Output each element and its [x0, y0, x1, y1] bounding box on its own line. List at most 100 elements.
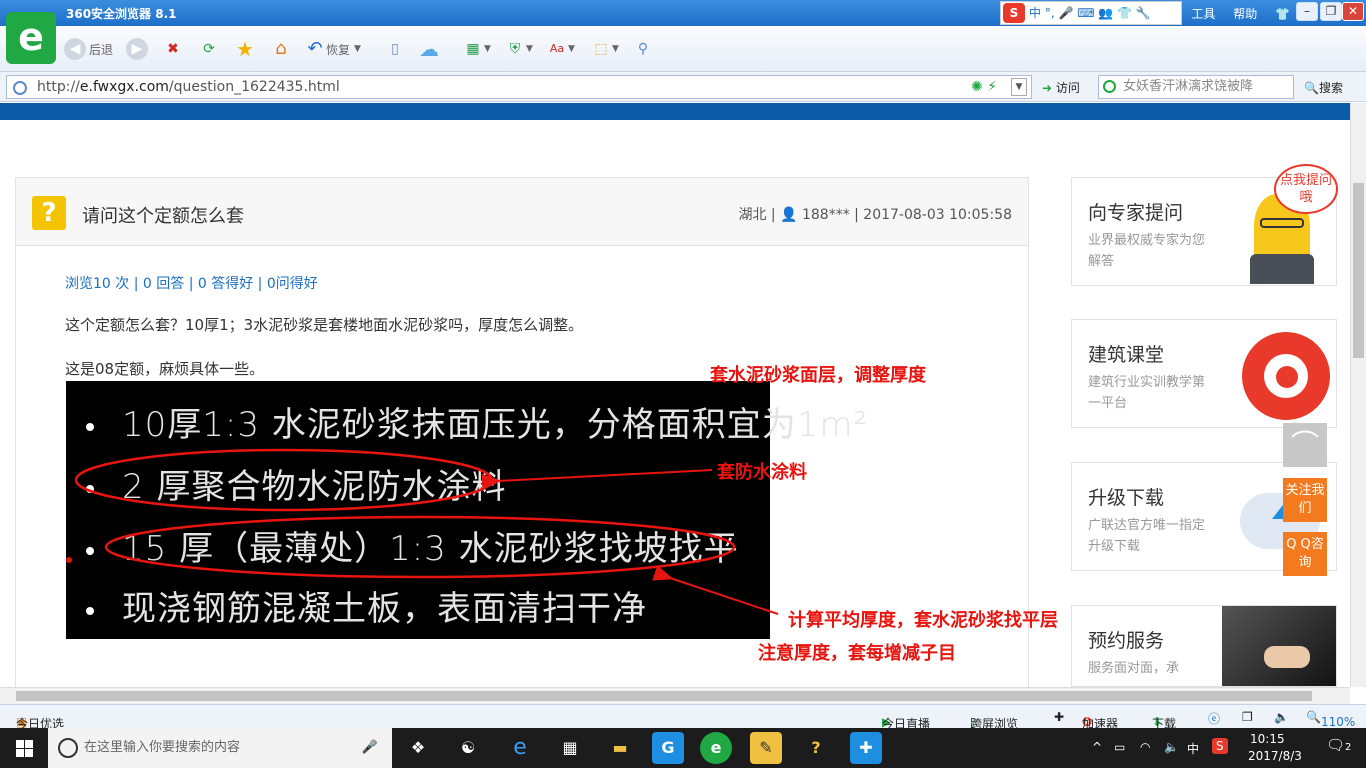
- wifi-icon[interactable]: ◠: [1140, 740, 1150, 754]
- home-icon: ⌂: [275, 38, 287, 59]
- sidebar-desc: 服务面对面，承: [1088, 661, 1180, 676]
- back-arrow-icon: ◀: [64, 38, 86, 60]
- notes-icon[interactable]: ✎: [750, 732, 782, 764]
- sidebar-card-appointment[interactable]: 预约服务 服务面对面，承: [1071, 605, 1337, 687]
- classroom-logo-icon: [1242, 332, 1330, 420]
- bullet-icon: [86, 484, 94, 493]
- page-globe-icon: [13, 81, 27, 95]
- url-field[interactable]: http://e.fwxgx.com/question_1622435.html…: [6, 75, 1032, 99]
- sidebar-title: 向专家提问: [1088, 202, 1184, 224]
- sidebar-desc: 建筑行业实训教学第一平台: [1088, 375, 1206, 411]
- plus-app-icon[interactable]: ✚: [850, 732, 882, 764]
- vertical-scrollbar[interactable]: [1350, 103, 1366, 687]
- mobile-button[interactable]: ▯: [384, 36, 406, 62]
- vertical-scroll-thumb[interactable]: [1353, 183, 1364, 358]
- back-button[interactable]: ◀ 后退: [64, 36, 113, 62]
- forward-button[interactable]: ▶: [126, 36, 148, 62]
- apps-button[interactable]: ▦ ▼: [462, 36, 491, 62]
- speed-icon[interactable]: ✺ ⚡: [971, 76, 997, 98]
- microphone-icon[interactable]: 🎤: [362, 728, 378, 768]
- screenshot-icon: ⬚: [594, 41, 608, 57]
- cad-line-1: 10厚1:3 水泥砂浆抹面压光，分格面积宜为1m²: [86, 397, 868, 446]
- restore-button[interactable]: ↶ 恢复 ▼: [304, 36, 360, 62]
- clock-time[interactable]: 10:15: [1250, 732, 1285, 746]
- annotation-4: 注意厚度，套每增减子目: [758, 643, 956, 664]
- security-button[interactable]: ⛨ ▼: [504, 36, 533, 62]
- favorite-button[interactable]: ★: [234, 36, 256, 62]
- sidebar-desc: 业界最权威专家为您解答: [1088, 233, 1206, 269]
- start-button[interactable]: [0, 728, 48, 768]
- clock-date[interactable]: 2017/8/3: [1248, 749, 1302, 763]
- url-host: e.fwxgx.com: [79, 79, 169, 95]
- zoom-level[interactable]: 🔍 110%: [1306, 710, 1355, 729]
- ie-icon[interactable]: ⓔ: [1208, 710, 1220, 727]
- input-lang[interactable]: 中: [1187, 740, 1199, 757]
- edge-icon[interactable]: e: [504, 732, 536, 764]
- speaker-icon[interactable]: 🔈: [1164, 740, 1179, 754]
- translate-button[interactable]: Aa ▼: [546, 36, 575, 62]
- url-path: /question_1622435.html: [168, 79, 340, 95]
- window-icon[interactable]: ❐: [1242, 710, 1253, 724]
- maximize-button[interactable]: ❐: [1320, 2, 1342, 21]
- store-icon[interactable]: ▦: [554, 732, 586, 764]
- ime-toolbar[interactable]: S 中 °, 🎤 ⌨ 👥 👕 🔧: [1000, 1, 1182, 25]
- cad-image: 10厚1:3 水泥砂浆抹面压光，分格面积宜为1m² 2 厚聚合物水泥防水涂料 1…: [66, 381, 867, 639]
- back-to-top-button[interactable]: ⌒: [1283, 423, 1327, 467]
- help-app-icon[interactable]: ?: [800, 732, 832, 764]
- app-swirl-icon[interactable]: ☯: [452, 732, 484, 764]
- windows-taskbar: 在这里输入你要搜索的内容 🎤 ❖ ☯ e ▦ ▬ G e ✎ ? ✚ ^ ▭ ◠…: [0, 728, 1366, 768]
- search-icon: 🔍: [1304, 81, 1319, 95]
- close-button[interactable]: ✕: [1342, 2, 1364, 21]
- title-bar: 360安全浏览器 8.1 S 中 °, 🎤 ⌨ 👥 👕 🔧 工具 帮助 👕 – ❐…: [0, 0, 1366, 26]
- visit-button[interactable]: ➜ 访问: [1042, 79, 1080, 96]
- question-body-1: 这个定额怎么套？10厚1；3水泥砂浆是套楼地面水泥砂浆吗，厚度怎么调整。: [65, 316, 584, 334]
- qq-consult-button[interactable]: Q Q咨询: [1283, 532, 1327, 576]
- cloud-button[interactable]: ☁: [418, 36, 440, 62]
- cad-line-2: 2 厚聚合物水泥防水涂料: [86, 459, 506, 508]
- follow-us-button[interactable]: 关注我们: [1283, 478, 1327, 522]
- url-dropdown-icon[interactable]: ▼: [1011, 78, 1027, 96]
- horizontal-scrollbar[interactable]: [0, 687, 1350, 704]
- find-button[interactable]: ⚲: [632, 36, 654, 62]
- menu-help[interactable]: 帮助: [1233, 7, 1257, 21]
- task-view-icon[interactable]: ❖: [402, 732, 434, 764]
- restore-label: 恢复: [326, 42, 351, 57]
- question-stats[interactable]: 浏览10 次 | 0 回答 | 0 答得好 | 0问得好: [65, 273, 318, 293]
- annotation-1: 套水泥砂浆面层，调整厚度: [710, 365, 926, 386]
- menu-tools[interactable]: 工具: [1191, 7, 1215, 21]
- horizontal-scroll-thumb[interactable]: [16, 691, 1312, 701]
- home-button[interactable]: ⌂: [270, 36, 292, 62]
- doctor-icon[interactable]: ✚: [1054, 710, 1064, 724]
- question-title: 请问这个定额怎么套: [82, 206, 244, 227]
- file-explorer-icon[interactable]: ▬: [604, 732, 636, 764]
- ask-badge[interactable]: 点我提问哦: [1274, 164, 1338, 214]
- stop-icon: ✖: [167, 41, 179, 57]
- sidebar-title: 预约服务: [1088, 630, 1165, 652]
- search-button-label: 搜索: [1318, 81, 1343, 95]
- url-scheme: http://: [37, 79, 80, 95]
- browser-360-icon[interactable]: e: [700, 732, 732, 764]
- skin-icon[interactable]: 👕: [1275, 7, 1290, 21]
- ime-status: 中 °, 🎤 ⌨ 👥 👕 🔧: [1029, 6, 1151, 20]
- screenshot-button[interactable]: ⬚ ▼: [590, 36, 619, 62]
- volume-icon[interactable]: 🔈: [1274, 710, 1289, 724]
- stop-button[interactable]: ✖: [162, 36, 184, 62]
- sogou-tray-icon[interactable]: S: [1212, 738, 1228, 754]
- minimize-button[interactable]: –: [1296, 2, 1318, 21]
- notification-icon[interactable]: 🗨2: [1326, 736, 1351, 754]
- back-label: 后退: [89, 42, 114, 57]
- glodon-icon[interactable]: G: [652, 732, 684, 764]
- site-header-strip: [0, 103, 1350, 120]
- sidebar-card-expert[interactable]: 向专家提问 业界最权威专家为您解答 点我提问哦: [1071, 164, 1338, 286]
- question-mark-icon: ?: [32, 196, 66, 230]
- refresh-button[interactable]: ⟳: [198, 36, 220, 62]
- tray-up-icon[interactable]: ^: [1092, 740, 1102, 754]
- phone-icon: ▯: [391, 41, 399, 57]
- sidebar-card-classroom[interactable]: 建筑课堂 建筑行业实训教学第一平台: [1071, 319, 1337, 428]
- battery-icon[interactable]: ▭: [1114, 740, 1125, 754]
- search-input[interactable]: 女妖香汗淋漓求饶被降: [1098, 75, 1294, 99]
- search-button[interactable]: 🔍搜索: [1304, 79, 1343, 96]
- taskbar-search-input[interactable]: 在这里输入你要搜索的内容 🎤: [48, 728, 392, 768]
- question-meta: 湖北 | 👤 188*** | 2017-08-03 10:05:58: [738, 207, 1012, 223]
- refresh-icon: ⟳: [203, 41, 215, 57]
